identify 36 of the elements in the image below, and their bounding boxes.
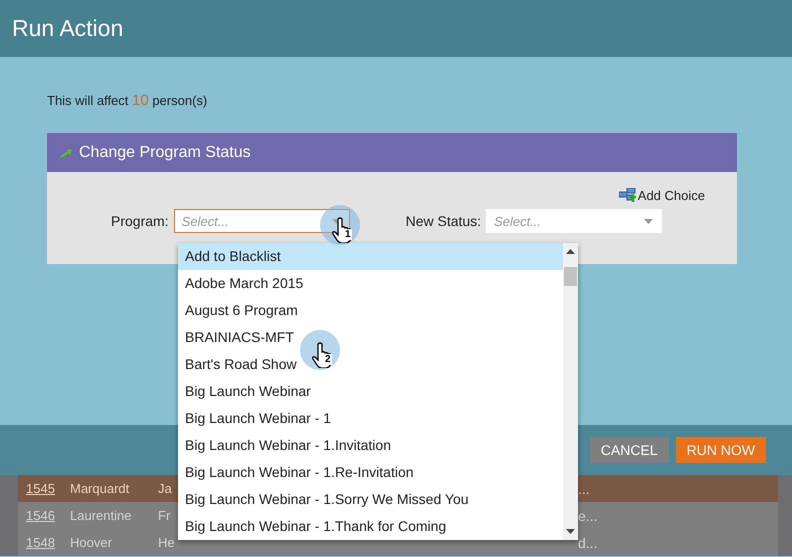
- field-label: New Status:: [406, 213, 482, 229]
- dropdown-item[interactable]: Big Launch Webinar - 1.Re-Invitation: [178, 459, 422, 486]
- add-choice-icon: [618, 188, 637, 203]
- affect-message: This will affect 10 person(s): [47, 92, 208, 109]
- dropdown-item[interactable]: Adobe March 2015: [178, 270, 312, 297]
- dialog-title: Run Action: [12, 15, 124, 42]
- add-choice-link[interactable]: Add Choice: [618, 188, 705, 203]
- field-label: Program:: [111, 213, 169, 229]
- table-cell-text: Marquardt: [70, 481, 130, 496]
- table-cell: e...: [578, 508, 598, 524]
- table-cell-text: Fr: [158, 508, 172, 523]
- table-cell-text: He: [158, 535, 176, 550]
- table-cell: d...: [578, 534, 598, 550]
- scroll-up-icon[interactable]: [566, 249, 575, 254]
- scrollbar[interactable]: [563, 243, 578, 540]
- panel-title: Change Program Status: [79, 144, 251, 162]
- dropdown-item[interactable]: Big Launch Webinar - 1.Sorry We Missed You: [178, 486, 477, 513]
- dropdown-item[interactable]: Big Launch Webinar - 1.Invitation: [178, 432, 399, 459]
- dropdown-item[interactable]: Bart's Road Show: [178, 351, 305, 378]
- arrow-icon: [59, 148, 73, 158]
- dropdown-item[interactable]: BRAINIACS-MFT: [178, 324, 302, 351]
- table-cell-text: Laurentine: [70, 508, 132, 523]
- dropdown-item[interactable]: August 6 Program: [178, 297, 306, 324]
- callout-number: 2: [324, 354, 332, 365]
- table-cell: ...: [578, 480, 590, 496]
- table-cell-text: Ja: [158, 481, 173, 496]
- dropdown-item[interactable]: Add to Blacklist: [178, 243, 563, 270]
- dropdown-caret-icon: [644, 219, 654, 224]
- cancel-button[interactable]: CANCEL: [590, 437, 669, 463]
- scrollbar-thumb[interactable]: [564, 267, 577, 286]
- dropdown-item[interactable]: Big Launch Webinar: [178, 378, 319, 405]
- dropdown-item[interactable]: Big Launch Webinar - 1: [178, 405, 340, 432]
- table-cell-text: Hoover: [70, 535, 113, 550]
- dropdown-item[interactable]: Big Launch Webinar - 1.Thank for Coming: [178, 513, 454, 540]
- table-cell[interactable]: 1545: [26, 481, 70, 496]
- callout-number: 1: [344, 229, 352, 240]
